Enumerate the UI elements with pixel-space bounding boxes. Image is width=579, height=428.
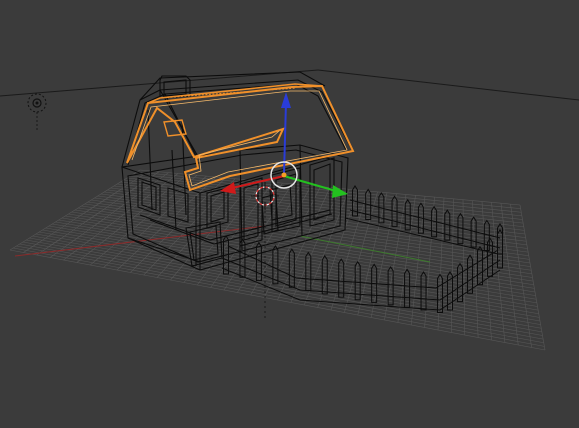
grid-line [519, 204, 546, 351]
fence-picket [467, 254, 473, 294]
3d-viewport[interactable] [0, 0, 579, 428]
y-axis-arrow [332, 185, 348, 198]
grid-line [22, 241, 543, 336]
viewport-scene[interactable] [0, 0, 579, 428]
grid-line [500, 203, 519, 346]
z-axis-arrow [281, 92, 291, 108]
camera-guide-line [0, 69, 319, 97]
grid-line [13, 247, 545, 347]
sun-lamp-icon[interactable] [27, 93, 47, 130]
pivot-point [281, 172, 287, 178]
grid-line [510, 204, 532, 348]
fence-picket [497, 223, 503, 255]
camera-guide-line [317, 69, 579, 101]
grid-line [491, 202, 506, 343]
